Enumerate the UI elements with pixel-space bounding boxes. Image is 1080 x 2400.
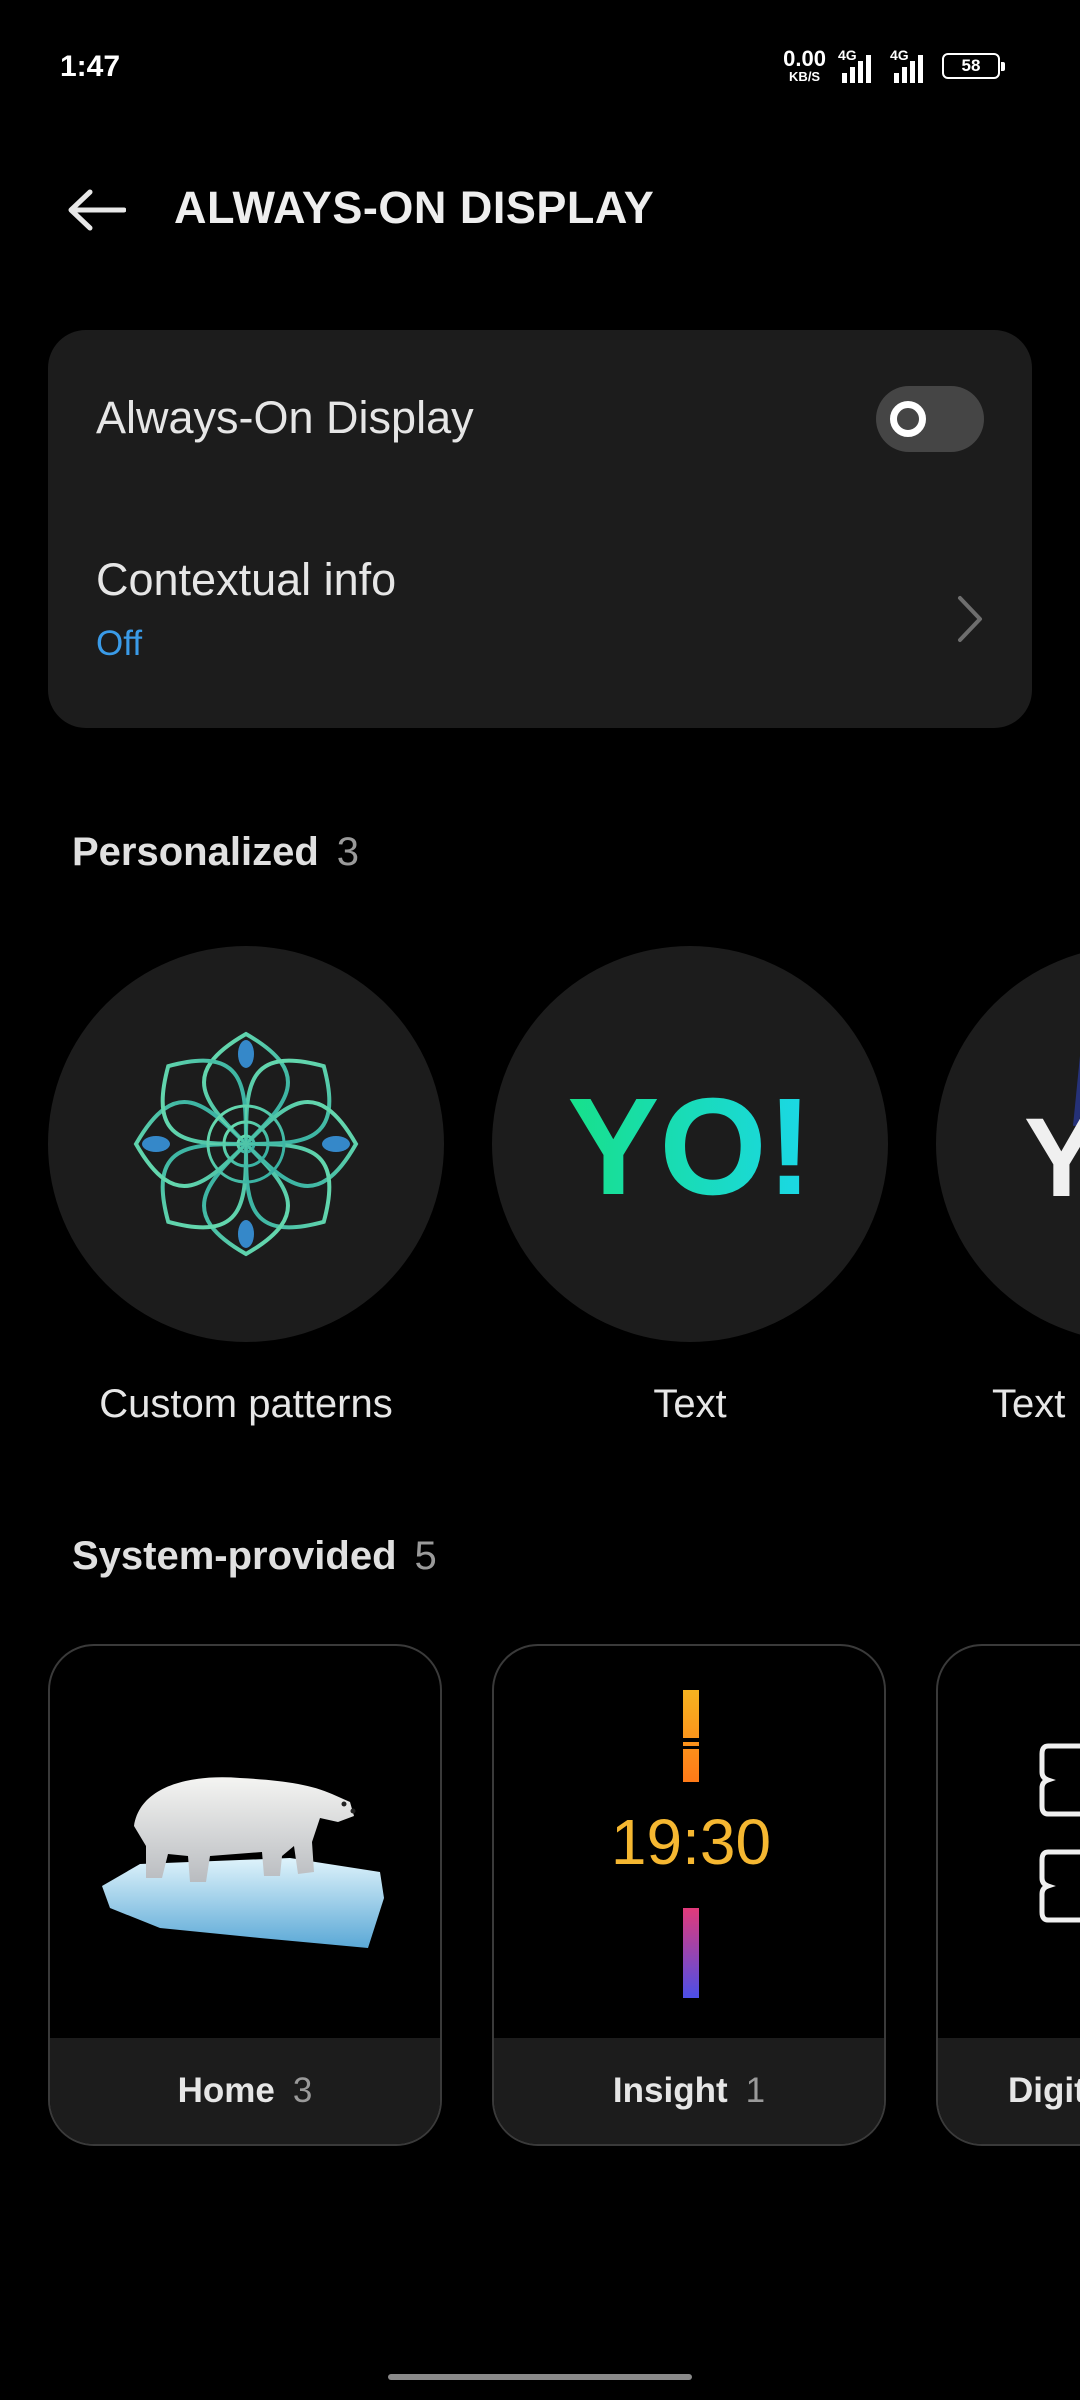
aod-settings-page: 1:47 0.00 KB/S 4G 4G 58 ALWAYS-ON DISPLA… [0,0,1080,2400]
contextual-info-status: Off [96,624,143,663]
text-style-preview[interactable]: Y [936,946,1080,1342]
contextual-info-label: Contextual info [96,554,397,605]
insight-clock-preview: 19:30 [611,1690,771,1998]
app-header: ALWAYS-ON DISPLAY [0,150,1080,270]
network-speed-value: 0.00 [783,46,826,71]
system-provided-title: System-provided [72,1534,397,1578]
card-footer: Home 3 [50,2038,440,2144]
y-preview-text: Y [1024,1095,1080,1220]
card-label: Insight [612,2071,728,2110]
always-on-display-toggle[interactable] [876,386,984,452]
custom-patterns-preview[interactable] [48,946,444,1342]
card-footer: Digit [938,2038,1080,2144]
card-label: Home [177,2071,275,2110]
personalized-item-label: Custom patterns [99,1382,393,1426]
text-style-preview[interactable]: YO! [492,946,888,1342]
digital-clock-preview [1039,1743,1080,1923]
personalized-item-label: Text [992,1382,1066,1426]
card-count: 1 [745,2071,766,2110]
status-icons: 0.00 KB/S 4G 4G 58 [783,46,1005,84]
flower-pattern-icon [134,1031,358,1256]
card-count: 3 [292,2071,313,2110]
personalized-item-label: Text [653,1382,727,1426]
page-title: ALWAYS-ON DISPLAY [174,182,655,233]
status-bar: 1:47 0.00 KB/S 4G 4G 58 [0,0,1080,130]
card-footer: Insight 1 [494,2038,884,2144]
home-style-card[interactable]: Home 3 [48,1644,442,2146]
back-button[interactable] [56,178,136,242]
battery-icon: 58 [942,52,1005,79]
status-time: 1:47 [60,50,121,83]
polar-bear-image [102,1777,384,1948]
digital-style-card[interactable]: Digit [936,1644,1080,2146]
system-provided-count: 5 [414,1534,437,1578]
y-text-preview: Y [1024,1055,1080,1220]
always-on-display-label: Always-On Display [96,392,474,443]
personalized-section-header: Personalized 3 [72,830,359,875]
home-indicator[interactable] [388,2374,692,2380]
signal-icon: 4G [890,47,930,83]
back-arrow-icon [68,189,126,231]
card-label: Digit [1008,2071,1080,2110]
system-provided-section-header: System-provided 5 [72,1534,437,1579]
network-speed-unit: KB/S [789,69,821,84]
toggle-knob [890,401,926,437]
settings-card: Always-On Display Contextual info Off [48,330,1032,728]
yo-text-preview: YO! [567,1070,812,1224]
always-on-display-row[interactable]: Always-On Display [48,330,1032,510]
insight-time-text: 19:30 [611,1806,771,1878]
yo-preview-text: YO! [567,1070,812,1224]
personalized-title: Personalized [72,830,319,874]
network-speed: 0.00 KB/S [783,46,826,84]
chevron-right-icon [958,596,982,642]
signal-icon: 4G [838,47,878,83]
personalized-count: 3 [336,830,360,874]
insight-style-card[interactable]: 19:30 Insight 1 [492,1644,886,2146]
contextual-info-row[interactable]: Contextual info Off [48,510,1032,728]
battery-level: 58 [961,55,981,75]
